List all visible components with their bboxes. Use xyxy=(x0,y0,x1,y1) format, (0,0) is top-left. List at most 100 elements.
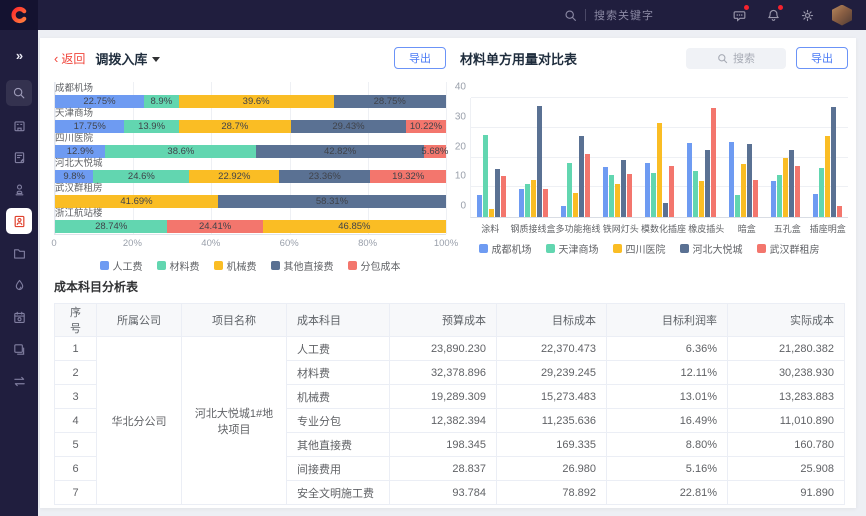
bar[interactable] xyxy=(543,189,548,217)
app-logo[interactable] xyxy=(0,0,38,30)
bar-segment[interactable]: 22.75% xyxy=(55,95,144,108)
bar-row[interactable]: 41.69%58.31% xyxy=(55,195,446,208)
bar[interactable] xyxy=(615,184,620,217)
sidebar-item-folder[interactable] xyxy=(6,240,32,266)
bar[interactable] xyxy=(621,160,626,217)
export-button-right[interactable]: 导出 xyxy=(796,47,848,69)
bar-segment[interactable]: 28.75% xyxy=(334,95,446,108)
bar[interactable] xyxy=(603,167,608,217)
sidebar-item-search[interactable] xyxy=(6,80,32,106)
bar-group[interactable] xyxy=(639,98,681,217)
bar-group[interactable] xyxy=(597,98,639,217)
bar[interactable] xyxy=(663,203,668,217)
bar[interactable] xyxy=(567,163,572,217)
bar[interactable] xyxy=(609,175,614,217)
global-search[interactable]: 搜索关键字 xyxy=(564,7,714,23)
messages-icon[interactable] xyxy=(730,6,748,24)
bar[interactable] xyxy=(783,158,788,218)
bar-row[interactable]: 22.75%8.9%39.6%28.75% xyxy=(55,95,446,108)
bar[interactable] xyxy=(483,135,488,217)
bar-segment[interactable]: 39.6% xyxy=(179,95,334,108)
bar[interactable] xyxy=(699,181,704,217)
bar-segment[interactable]: 28.7% xyxy=(179,120,291,133)
bar-segment[interactable]: 38.6% xyxy=(105,145,256,158)
bar-row[interactable]: 12.9%38.6%42.82%5.68% xyxy=(55,145,446,158)
bar[interactable] xyxy=(747,144,752,217)
bar[interactable] xyxy=(687,143,692,217)
sidebar-item-stamp-user[interactable] xyxy=(6,176,32,202)
bar-segment[interactable]: 42.82% xyxy=(256,145,423,158)
bar[interactable] xyxy=(657,123,662,217)
bar[interactable] xyxy=(777,175,782,217)
sidebar-item-copy[interactable] xyxy=(6,336,32,362)
bar-row[interactable]: 17.75%13.9%28.7%29.43%10.22% xyxy=(55,120,446,133)
bar[interactable] xyxy=(729,142,734,217)
legend-item[interactable]: 成都机场 xyxy=(479,241,532,256)
bar-group[interactable] xyxy=(555,98,597,217)
legend-item[interactable]: 天津商场 xyxy=(546,241,599,256)
material-search-input[interactable]: 搜索 xyxy=(686,48,786,69)
bar[interactable] xyxy=(693,171,698,217)
bar[interactable] xyxy=(489,209,494,217)
bar[interactable] xyxy=(519,189,524,217)
bar[interactable] xyxy=(795,166,800,217)
bar[interactable] xyxy=(531,180,536,217)
bar-segment[interactable]: 5.68% xyxy=(424,145,446,158)
legend-item[interactable]: 其他直接费 xyxy=(271,258,334,273)
bar-segment[interactable]: 29.43% xyxy=(291,120,406,133)
bar-segment[interactable]: 46.85% xyxy=(263,220,446,233)
bar[interactable] xyxy=(561,206,566,217)
bar-segment[interactable]: 13.9% xyxy=(124,120,178,133)
bar-row[interactable]: 9.8%24.6%22.92%23.36%19.32% xyxy=(55,170,446,183)
legend-item[interactable]: 武汉群租房 xyxy=(757,241,820,256)
bar-segment[interactable]: 24.6% xyxy=(93,170,189,183)
user-avatar[interactable] xyxy=(832,5,852,26)
bar-segment[interactable]: 10.22% xyxy=(406,120,446,133)
bar-segment[interactable]: 12.9% xyxy=(55,145,105,158)
sidebar-expand-button[interactable]: » xyxy=(6,42,32,68)
settings-icon[interactable] xyxy=(798,6,816,24)
bar[interactable] xyxy=(735,195,740,217)
back-button[interactable]: ‹ 返回 xyxy=(54,50,85,67)
bar[interactable] xyxy=(645,163,650,217)
bar[interactable] xyxy=(837,206,842,217)
bar[interactable] xyxy=(669,166,674,217)
bar[interactable] xyxy=(651,173,656,217)
bar-group[interactable] xyxy=(680,98,722,217)
bar-segment[interactable]: 28.74% xyxy=(55,220,167,233)
bar[interactable] xyxy=(627,174,632,217)
bar[interactable] xyxy=(711,108,716,217)
bar[interactable] xyxy=(585,154,590,217)
sidebar-item-droplet[interactable] xyxy=(6,272,32,298)
bar[interactable] xyxy=(753,180,758,217)
bar-segment[interactable]: 41.69% xyxy=(55,195,218,208)
bar-row[interactable]: 28.74%24.41%46.85% xyxy=(55,220,446,233)
table-row[interactable]: 1华北分公司河北大悦城1#地块项目人工费23,890.23022,370.473… xyxy=(55,337,845,361)
bar-segment[interactable]: 8.9% xyxy=(144,95,179,108)
bar-group[interactable] xyxy=(764,98,806,217)
sidebar-item-cost-doc-active[interactable] xyxy=(6,208,32,234)
page-title-dropdown[interactable]: 调拨入库 xyxy=(95,49,160,68)
bar-group[interactable] xyxy=(722,98,764,217)
legend-item[interactable]: 分包成本 xyxy=(348,258,401,273)
bar-segment[interactable]: 22.92% xyxy=(189,170,279,183)
bar-group[interactable] xyxy=(513,98,555,217)
bar[interactable] xyxy=(477,195,482,217)
legend-item[interactable]: 河北大悦城 xyxy=(680,241,743,256)
bar-segment[interactable]: 9.8% xyxy=(55,170,93,183)
sidebar-item-transfer[interactable] xyxy=(6,368,32,394)
bar-segment[interactable]: 23.36% xyxy=(279,170,370,183)
bar-group[interactable] xyxy=(806,98,848,217)
bar[interactable] xyxy=(771,181,776,217)
bar-segment[interactable]: 17.75% xyxy=(55,120,124,133)
bar[interactable] xyxy=(831,107,836,217)
bar[interactable] xyxy=(819,168,824,217)
bar[interactable] xyxy=(525,184,530,217)
sidebar-item-building[interactable] xyxy=(6,112,32,138)
bar[interactable] xyxy=(537,106,542,217)
legend-item[interactable]: 人工费 xyxy=(100,258,143,273)
bar[interactable] xyxy=(573,193,578,217)
bar[interactable] xyxy=(813,194,818,217)
bar-group[interactable] xyxy=(471,98,513,217)
export-button-left[interactable]: 导出 xyxy=(394,47,446,69)
